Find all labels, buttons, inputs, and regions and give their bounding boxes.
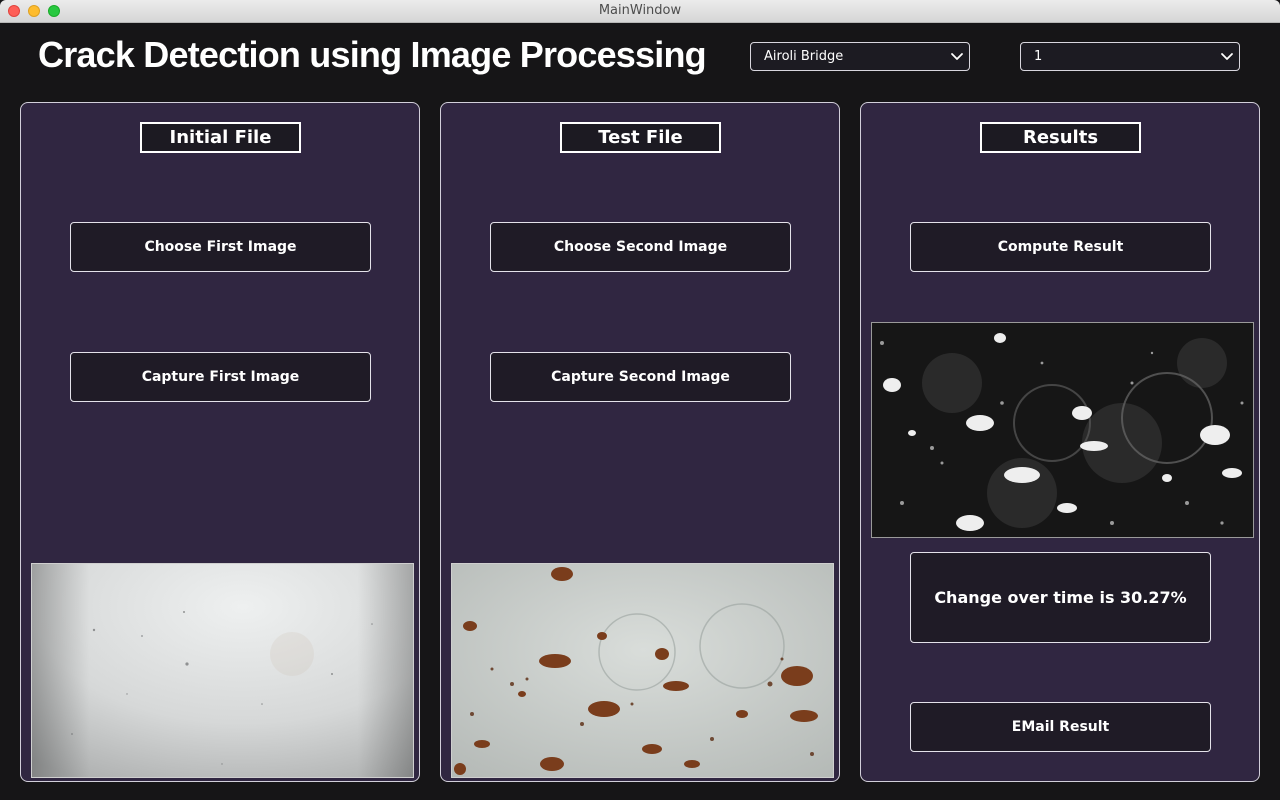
bridge-select[interactable]: Airoli Bridge <box>750 42 970 71</box>
title-bar: MainWindow <box>0 0 1280 23</box>
email-result-button[interactable]: EMail Result <box>910 702 1211 752</box>
results-panel: Results Compute Result Change over time … <box>860 102 1260 782</box>
app-title: Crack Detection using Image Processing <box>38 34 707 75</box>
capture-second-image-button[interactable]: Capture Second Image <box>490 352 791 402</box>
compute-result-button[interactable]: Compute Result <box>910 222 1211 272</box>
chevron-down-icon <box>951 53 963 60</box>
initial-file-panel: Initial File Choose First Image Capture … <box>20 102 420 782</box>
initial-file-heading: Initial File <box>140 122 301 153</box>
results-heading: Results <box>980 122 1141 153</box>
first-image-preview <box>31 563 414 778</box>
choose-first-image-button[interactable]: Choose First Image <box>70 222 371 272</box>
result-difference-image <box>871 322 1254 538</box>
change-over-time-result: Change over time is 30.27% <box>910 552 1211 643</box>
index-select-value: 1 <box>1034 49 1043 64</box>
capture-first-image-button[interactable]: Capture First Image <box>70 352 371 402</box>
chevron-down-icon <box>1221 53 1233 60</box>
bridge-select-value: Airoli Bridge <box>764 49 844 64</box>
main-window: MainWindow Crack Detection using Image P… <box>0 0 1280 800</box>
index-select[interactable]: 1 <box>1020 42 1240 71</box>
window-title: MainWindow <box>598 3 682 18</box>
test-file-panel: Test File Choose Second Image Capture Se… <box>440 102 840 782</box>
choose-second-image-button[interactable]: Choose Second Image <box>490 222 791 272</box>
second-image-preview <box>451 563 834 778</box>
test-file-heading: Test File <box>560 122 721 153</box>
